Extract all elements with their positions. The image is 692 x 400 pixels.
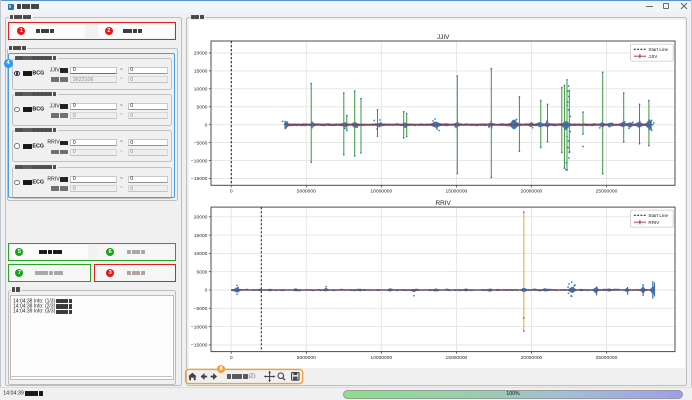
svg-text:20000000: 20000000 xyxy=(521,188,543,194)
svg-text:20000: 20000 xyxy=(194,214,208,220)
svg-text:−10000: −10000 xyxy=(191,158,208,164)
svg-text:20000000: 20000000 xyxy=(521,354,543,360)
svg-text:15000: 15000 xyxy=(194,232,208,238)
svg-text:RRIV: RRIV xyxy=(648,220,660,225)
svg-text:15000000: 15000000 xyxy=(446,188,468,194)
svg-text:20000: 20000 xyxy=(194,50,208,56)
svg-text:JJIV: JJIV xyxy=(648,54,658,59)
svg-text:5000: 5000 xyxy=(197,104,208,110)
svg-text:−5000: −5000 xyxy=(194,140,208,146)
svg-text:Start Line: Start Line xyxy=(648,213,668,218)
svg-text:15000: 15000 xyxy=(194,68,208,74)
svg-text:−10000: −10000 xyxy=(191,324,208,330)
svg-text:JJIV: JJIV xyxy=(437,33,450,40)
svg-text:Start Line: Start Line xyxy=(648,47,668,52)
svg-text:10000: 10000 xyxy=(194,86,208,92)
svg-text:−15000: −15000 xyxy=(191,342,208,348)
svg-text:25000000: 25000000 xyxy=(596,188,618,194)
svg-text:15000000: 15000000 xyxy=(446,354,468,360)
svg-text:10000: 10000 xyxy=(194,251,208,257)
svg-text:10000000: 10000000 xyxy=(370,188,392,194)
svg-text:25000000: 25000000 xyxy=(596,354,618,360)
svg-text:0: 0 xyxy=(230,354,233,360)
svg-text:0: 0 xyxy=(205,287,208,293)
svg-text:−5000: −5000 xyxy=(194,306,208,312)
svg-text:RRIV: RRIV xyxy=(436,199,452,206)
svg-text:10000000: 10000000 xyxy=(370,354,392,360)
svg-text:0: 0 xyxy=(230,188,233,194)
svg-text:5000000: 5000000 xyxy=(297,354,316,360)
svg-text:−15000: −15000 xyxy=(191,176,208,182)
svg-text:0: 0 xyxy=(205,122,208,128)
svg-text:5000: 5000 xyxy=(197,269,208,275)
svg-text:5000000: 5000000 xyxy=(297,188,316,194)
